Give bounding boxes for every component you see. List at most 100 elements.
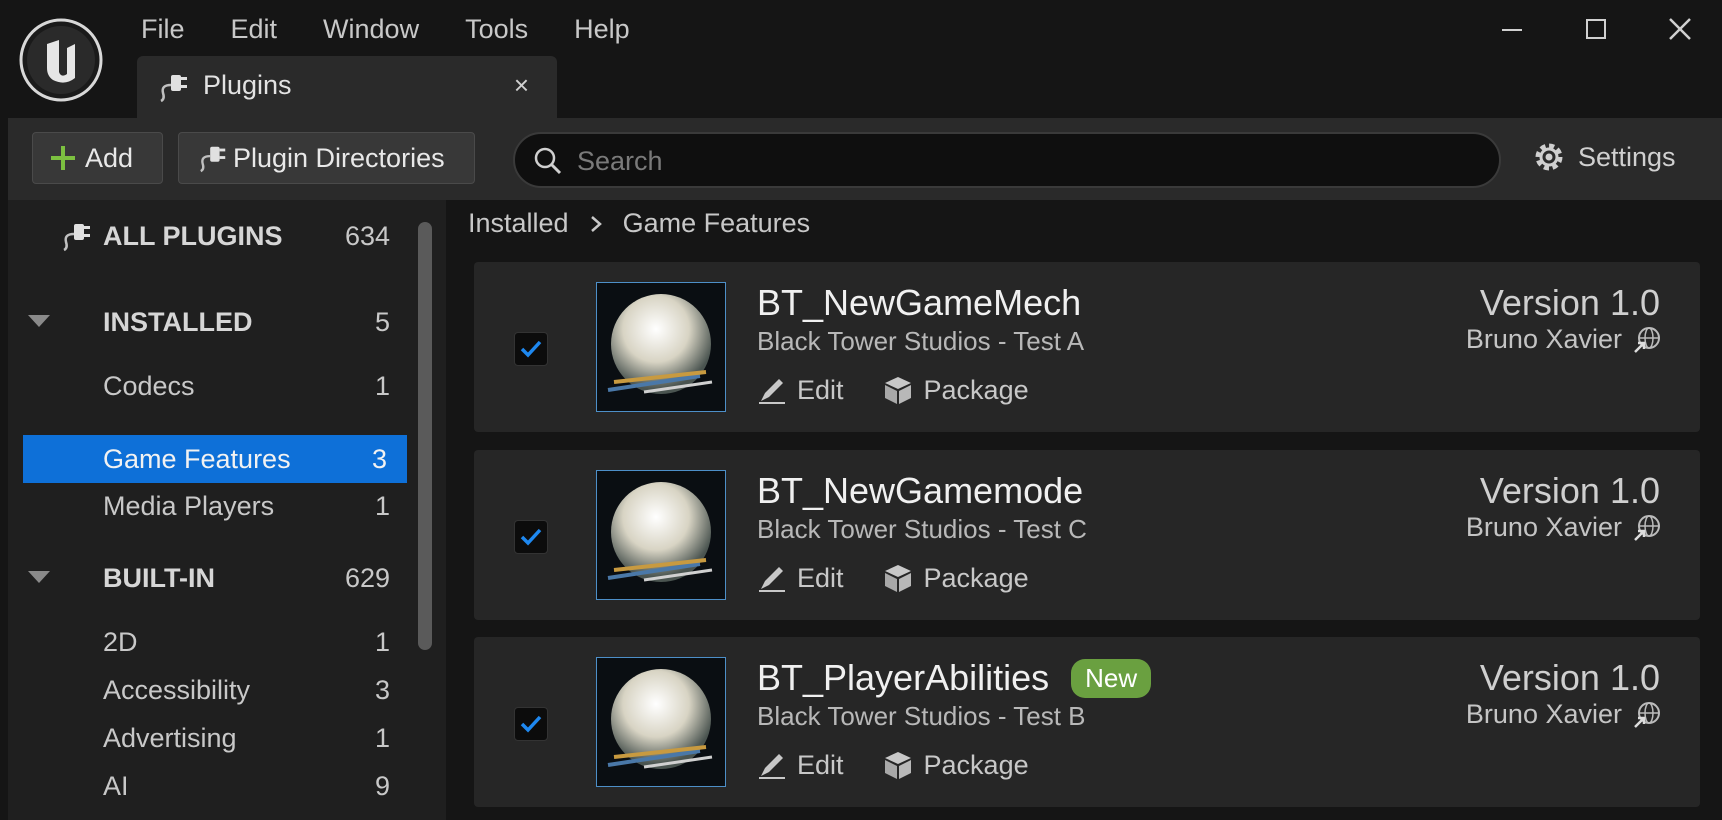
toolbar: Add Plugin Directories Settings [8,118,1722,200]
chevron-right-icon [590,215,602,232]
sidebar-scrollbar[interactable] [418,220,434,650]
plugin-card[interactable]: BT_PlayerAbilities New Black Tower Studi… [474,637,1700,807]
enable-checkbox[interactable] [514,520,548,554]
settings-button[interactable]: Settings [1530,138,1676,176]
package-label: Package [923,749,1029,780]
plugin-author-link[interactable]: Bruno Xavier [1466,512,1662,543]
enable-checkbox[interactable] [514,707,548,741]
sidebar-item-label: Media Players [103,490,275,521]
plugin-author-link[interactable]: Bruno Xavier [1466,699,1662,730]
package-icon [884,377,911,404]
tab-label: Plugins [203,70,292,100]
plugin-thumbnail-icon [595,469,727,601]
plug-icon [157,71,191,108]
menu-file[interactable]: File [141,10,185,49]
plugin-card[interactable]: BT_NewGamemode Black Tower Studios - Tes… [474,450,1700,620]
sidebar-item-count: 634 [344,220,390,251]
search-box [513,132,1501,188]
sidebar-item-media-players[interactable]: Media Players 1 [8,482,414,530]
sidebar-item-installed[interactable]: INSTALLED 5 [8,298,414,346]
plugin-name: BT_NewGamemode [757,470,1084,511]
plugin-author: Bruno Xavier [1465,512,1622,542]
scrollbar-thumb[interactable] [418,222,432,650]
plugin-description: Black Tower Studios - Test B [757,701,1086,731]
web-link-icon [1634,701,1660,728]
sidebar-item-all-plugins[interactable]: ALL PLUGINS 634 [8,212,414,260]
menu-help[interactable]: Help [574,10,630,49]
plugin-author-link[interactable]: Bruno Xavier [1466,324,1662,355]
edit-button[interactable]: Edit [757,750,844,781]
sidebar-item-label: BUILT-IN [103,562,215,593]
sidebar-item-accessibility[interactable]: Accessibility 3 [8,666,414,714]
breadcrumb: Installed Game Features [468,208,810,239]
edit-label: Edit [797,374,844,405]
sidebar-item-label: AI [103,770,129,801]
sidebar-item-count: 3 [374,674,390,705]
unreal-logo-icon[interactable] [19,18,103,102]
title-bar: File Edit Window Tools Help Plugins × [0,0,1722,118]
menu-bar: File Edit Window Tools Help [141,10,676,49]
sidebar: ALL PLUGINS 634 INSTALLED 5 Codecs 1 Gam… [8,200,446,820]
sidebar-item-count: 1 [374,490,390,521]
sidebar-item-ai[interactable]: AI 9 [8,762,414,810]
sidebar-item-count: 629 [344,562,390,593]
collapse-triangle-icon[interactable] [28,315,50,327]
package-button[interactable]: Package [882,374,1029,406]
sidebar-item-label: INSTALLED [103,306,253,337]
plug-icon [63,224,90,252]
checkmark-icon [520,715,542,733]
breadcrumb-installed[interactable]: Installed [468,208,569,239]
search-icon [534,147,562,175]
plus-icon [51,146,75,170]
edit-button[interactable]: Edit [757,563,844,594]
sidebar-item-built-in[interactable]: BUILT-IN 629 [8,554,414,602]
menu-edit[interactable]: Edit [231,10,278,49]
close-window-button[interactable] [1638,0,1722,58]
edit-label: Edit [797,562,844,593]
tab-plugins[interactable]: Plugins × [137,56,557,118]
sidebar-item-label: Accessibility [103,674,251,705]
package-button[interactable]: Package [882,562,1029,594]
menu-window[interactable]: Window [323,10,419,49]
gear-icon [1535,143,1563,171]
plugin-card[interactable]: BT_NewGameMech Black Tower Studios - Tes… [474,262,1700,432]
plugin-name: BT_NewGameMech [757,282,1082,323]
sidebar-item-game-features[interactable]: Game Features 3 [23,435,407,483]
plugin-version: Version 1.0 [1479,282,1660,323]
pencil-icon [759,754,785,779]
maximize-button[interactable] [1554,0,1638,58]
sidebar-item-count: 9 [374,770,390,801]
sidebar-item-codecs[interactable]: Codecs 1 [8,362,414,410]
plugin-directories-button[interactable]: Plugin Directories [178,132,475,184]
plugin-version: Version 1.0 [1479,657,1660,698]
package-label: Package [923,562,1029,593]
plugin-description: Black Tower Studios - Test A [757,326,1085,356]
enable-checkbox[interactable] [514,332,548,366]
plug-icon [200,146,226,173]
package-button[interactable]: Package [882,749,1029,781]
edit-button[interactable]: Edit [757,375,844,406]
package-icon [884,565,911,592]
sidebar-item-label: ALL PLUGINS [103,220,283,251]
plugin-version: Version 1.0 [1479,470,1660,511]
add-button[interactable]: Add [32,132,163,184]
sidebar-item-2d[interactable]: 2D 1 [8,618,414,666]
add-label: Add [85,142,134,173]
collapse-triangle-icon[interactable] [28,571,50,583]
new-badge: New [1071,658,1152,698]
menu-tools[interactable]: Tools [465,10,528,49]
web-link-icon [1634,514,1660,541]
breadcrumb-game-features[interactable]: Game Features [623,208,811,239]
sidebar-item-advertising[interactable]: Advertising 1 [8,714,414,762]
window-edge [0,118,8,820]
plugin-thumbnail-icon [595,656,727,788]
edit-label: Edit [797,749,844,780]
minimize-button[interactable] [1470,0,1554,58]
sidebar-item-count: 3 [371,443,387,474]
search-input[interactable] [575,142,1459,180]
sidebar-item-count: 1 [374,722,390,753]
sidebar-item-label: Advertising [103,722,237,753]
tab-close-button[interactable]: × [514,72,529,98]
plugin-author: Bruno Xavier [1465,324,1622,354]
sidebar-item-label: Codecs [103,370,195,401]
